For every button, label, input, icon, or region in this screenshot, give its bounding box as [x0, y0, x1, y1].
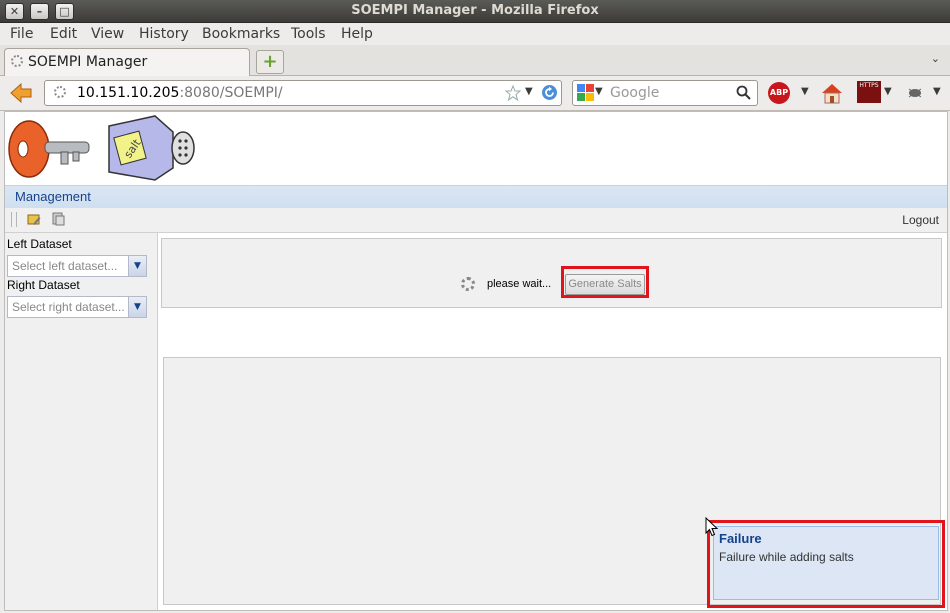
management-menu-bar: Management: [5, 185, 947, 209]
chevron-down-icon[interactable]: ▼: [128, 297, 146, 317]
logout-link[interactable]: Logout: [902, 213, 939, 227]
page-loading-icon: [54, 86, 66, 98]
tab-label: SOEMPI Manager: [28, 54, 148, 70]
menu-history[interactable]: History: [139, 26, 189, 42]
folder-edit-icon[interactable]: [27, 212, 41, 226]
https-everywhere-icon[interactable]: HTTPS: [857, 81, 881, 103]
url-dropdown-chevron-icon[interactable]: ▼: [525, 86, 533, 97]
database-icon[interactable]: [51, 212, 65, 226]
notification-message: Failure while adding salts: [719, 550, 854, 564]
search-placeholder: Google: [610, 85, 660, 101]
notification-title: Failure: [719, 531, 762, 546]
tab-soempi-manager[interactable]: SOEMPI Manager: [4, 48, 250, 76]
menu-file[interactable]: File: [10, 26, 33, 42]
star-icon[interactable]: [505, 85, 521, 101]
chevron-down-icon[interactable]: ▼: [128, 256, 146, 276]
tab-bar: SOEMPI Manager + ⌄: [0, 45, 950, 76]
magnifier-icon[interactable]: [736, 85, 751, 100]
tab-list-chevron-icon[interactable]: ⌄: [931, 52, 940, 65]
app-viewport: salt Management Logout Left Dataset Sele…: [4, 111, 948, 611]
app-toolbar: Logout: [5, 208, 947, 233]
left-dataset-placeholder: Select left dataset...: [12, 259, 118, 273]
firebug-icon[interactable]: [906, 84, 924, 100]
window-title: SOEMPI Manager - Mozilla Firefox: [351, 3, 599, 18]
salt-shaker-logo: salt: [108, 115, 195, 181]
toolbar-grip: [11, 212, 12, 227]
menu-help[interactable]: Help: [341, 26, 373, 42]
adblock-icon[interactable]: ABP: [768, 82, 790, 104]
management-menu[interactable]: Management: [15, 189, 91, 204]
url-bar[interactable]: 10.151.10.205:8080/SOEMPI/ ▼: [44, 80, 562, 106]
salt-generation-panel: please wait... Generate Salts: [161, 238, 942, 308]
adblock-dropdown-chevron-icon[interactable]: ▼: [801, 86, 809, 97]
loading-spinner-icon: [461, 277, 475, 291]
right-dataset-label: Right Dataset: [7, 278, 80, 292]
left-dataset-select[interactable]: Select left dataset... ▼: [7, 255, 147, 277]
reload-icon[interactable]: [541, 84, 558, 101]
toolbar-grip: [16, 212, 17, 227]
menu-bookmarks[interactable]: Bookmarks: [202, 26, 280, 42]
new-tab-button[interactable]: +: [256, 50, 284, 74]
key-logo: [8, 120, 90, 178]
right-dataset-placeholder: Select right dataset...: [12, 300, 125, 314]
menu-view[interactable]: View: [91, 26, 124, 42]
firebug-dropdown-chevron-icon[interactable]: ▼: [933, 86, 941, 97]
dataset-sidebar: Left Dataset Select left dataset... ▼ Ri…: [5, 233, 158, 610]
navigation-bar: 10.151.10.205:8080/SOEMPI/ ▼ ▼ Google AB…: [0, 76, 950, 111]
mouse-cursor-icon: [705, 517, 719, 537]
home-icon[interactable]: [820, 81, 844, 105]
https-dropdown-chevron-icon[interactable]: ▼: [884, 86, 892, 97]
engine-dropdown-chevron-icon[interactable]: ▼: [595, 86, 603, 97]
menu-tools[interactable]: Tools: [291, 26, 326, 42]
loading-spinner-icon: [11, 55, 23, 67]
menu-bar: File Edit View History Bookmarks Tools H…: [0, 23, 950, 45]
left-dataset-label: Left Dataset: [7, 237, 72, 251]
back-arrow-icon[interactable]: [9, 82, 33, 104]
google-engine-icon[interactable]: [577, 84, 594, 101]
menu-edit[interactable]: Edit: [50, 26, 77, 42]
url-text: 10.151.10.205:8080/SOEMPI/: [77, 85, 283, 101]
failure-notification[interactable]: Failure Failure while adding salts: [713, 526, 939, 600]
wait-message: please wait...: [487, 278, 552, 290]
generate-salts-button[interactable]: Generate Salts: [565, 274, 645, 295]
logo-header: salt: [5, 112, 947, 184]
right-dataset-select[interactable]: Select right dataset... ▼: [7, 296, 147, 318]
window-titlebar: ✕ – □ SOEMPI Manager - Mozilla Firefox: [0, 0, 950, 23]
search-box[interactable]: ▼ Google: [572, 80, 758, 106]
